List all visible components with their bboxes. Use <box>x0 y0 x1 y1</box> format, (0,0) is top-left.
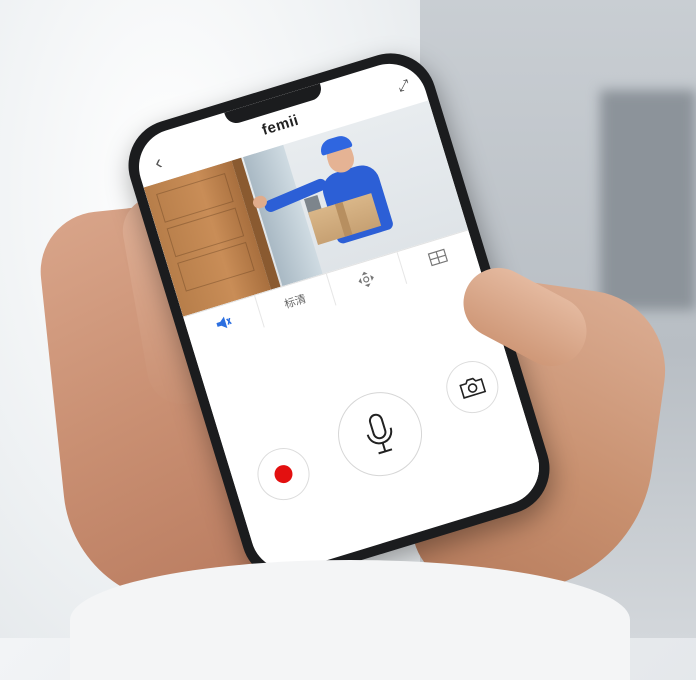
microphone-icon <box>366 413 393 455</box>
shirt-sleeve <box>70 560 630 680</box>
grid-view-icon <box>427 248 449 267</box>
quality-label: 标清 <box>283 293 308 312</box>
record-icon <box>272 462 295 486</box>
speaker-icon <box>216 316 232 329</box>
snapshot-button[interactable] <box>439 354 505 420</box>
background-shadow <box>600 90 696 310</box>
record-button[interactable] <box>251 441 316 507</box>
pan-control-icon <box>358 271 375 287</box>
talk-mic-button[interactable] <box>327 381 433 487</box>
camera-icon <box>459 377 487 399</box>
